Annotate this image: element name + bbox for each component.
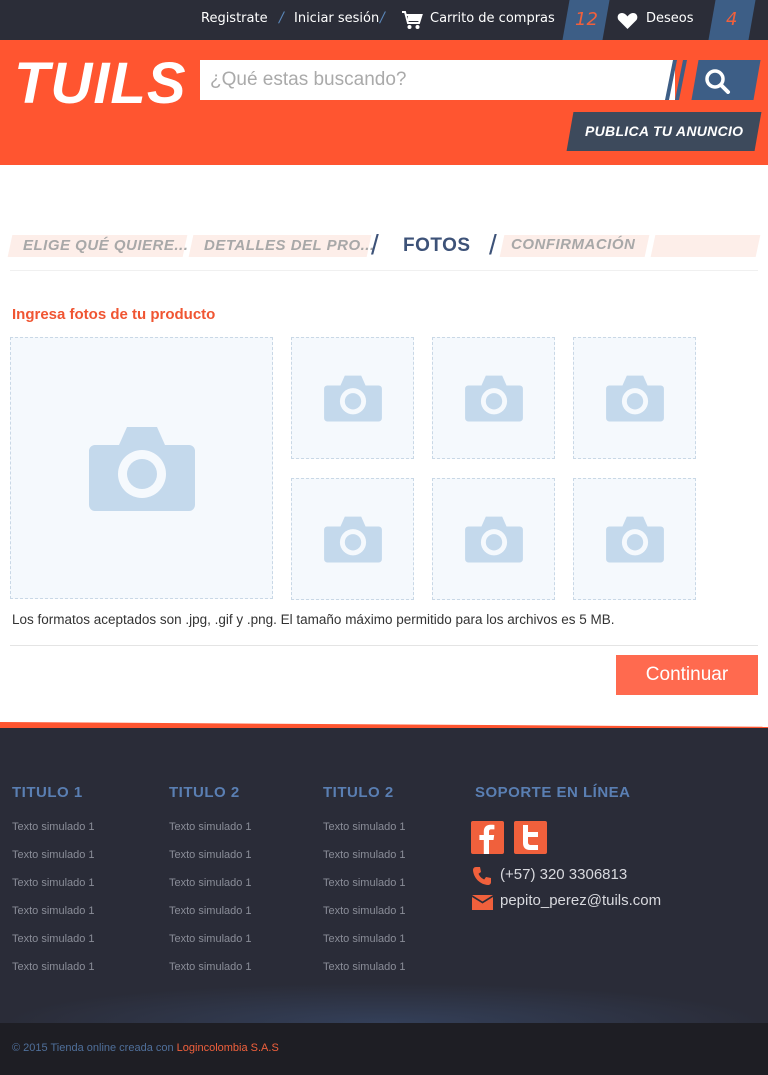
footer-link[interactable]: Texto simulado 1: [323, 877, 406, 889]
facebook-button[interactable]: [471, 821, 504, 854]
step-separator: /: [489, 229, 497, 260]
wishlist-count: 4: [726, 9, 738, 30]
phone-icon: [472, 866, 492, 890]
camera-icon: [464, 375, 523, 422]
search-input[interactable]: [200, 60, 675, 100]
copyright-text: © 2015 Tienda online creada con Logincol…: [12, 1042, 279, 1054]
step-background: [650, 235, 761, 257]
footer-link[interactable]: Texto simulado 1: [323, 905, 406, 917]
camera-icon: [88, 427, 195, 511]
footer-link[interactable]: Texto simulado 1: [169, 905, 252, 917]
facebook-icon: [479, 824, 495, 854]
footer-link[interactable]: Texto simulado 1: [169, 933, 252, 945]
footer-link[interactable]: Texto simulado 1: [169, 821, 252, 833]
photo-slot[interactable]: [291, 337, 414, 459]
publish-ad-label[interactable]: PUBLICA TU ANUNCIO: [585, 123, 743, 139]
twitter-button[interactable]: [514, 821, 547, 854]
camera-icon: [323, 516, 382, 563]
heart-icon[interactable]: [617, 12, 638, 34]
photo-slot[interactable]: [573, 478, 696, 600]
step-details[interactable]: DETALLES DEL PRO...: [204, 237, 375, 254]
footer-link[interactable]: Texto simulado 1: [323, 821, 406, 833]
copyright-prefix: © 2015 Tienda online creada con: [12, 1042, 177, 1054]
wishlist-link[interactable]: Deseos: [646, 11, 694, 26]
step-separator: /: [371, 229, 379, 260]
site-header: TUILS PUBLICA TU ANUNCIO: [0, 40, 768, 165]
camera-icon: [464, 516, 523, 563]
photo-slot-main[interactable]: [10, 337, 273, 599]
photo-slot[interactable]: [432, 478, 555, 600]
footer-column-title: TITULO 1: [12, 784, 83, 801]
footer-column-title: TITULO 2: [323, 784, 394, 801]
footer-link[interactable]: Texto simulado 1: [323, 933, 406, 945]
footer-link[interactable]: Texto simulado 1: [323, 849, 406, 861]
footer-link[interactable]: Texto simulado 1: [12, 933, 95, 945]
search-icon[interactable]: [704, 68, 732, 98]
footer-glow: [0, 983, 768, 1023]
cart-link[interactable]: Carrito de compras: [430, 11, 555, 26]
camera-icon: [323, 375, 382, 422]
wizard-steps: ELIGE QUÉ QUIERE... DETALLES DEL PRO... …: [7, 229, 761, 260]
site-logo[interactable]: TUILS: [14, 50, 187, 117]
support-phone[interactable]: (+57) 320 3306813: [500, 866, 627, 883]
photo-slot[interactable]: [291, 478, 414, 600]
company-link[interactable]: Logincolombia S.A.S: [177, 1042, 279, 1054]
footer-link[interactable]: Texto simulado 1: [12, 849, 95, 861]
photo-slot[interactable]: [573, 337, 696, 459]
photos-section-title: Ingresa fotos de tu producto: [12, 306, 216, 323]
footer-link[interactable]: Texto simulado 1: [323, 961, 406, 973]
photo-slot[interactable]: [432, 337, 555, 459]
login-link[interactable]: Iniciar sesión: [294, 11, 379, 26]
footer-link[interactable]: Texto simulado 1: [169, 849, 252, 861]
step-confirmation[interactable]: CONFIRMACIÓN: [511, 236, 635, 253]
divider: [10, 645, 758, 646]
top-bar: Registrate / Iniciar sesión / Carrito de…: [0, 0, 768, 40]
cart-count: 12: [575, 9, 598, 30]
footer-link[interactable]: Texto simulado 1: [12, 905, 95, 917]
footer-link[interactable]: Texto simulado 1: [12, 821, 95, 833]
steps-underline: [10, 270, 758, 271]
footer-link[interactable]: Texto simulado 1: [169, 961, 252, 973]
step-photos-active[interactable]: FOTOS: [403, 235, 471, 257]
step-choose[interactable]: ELIGE QUÉ QUIERE...: [23, 237, 188, 254]
separator: /: [279, 10, 284, 26]
separator: /: [380, 10, 385, 26]
support-title: SOPORTE EN LÍNEA: [475, 784, 631, 801]
continue-button[interactable]: Continuar: [616, 655, 758, 695]
cart-icon[interactable]: [401, 10, 423, 34]
camera-icon: [605, 375, 664, 422]
formats-note: Los formatos aceptados son .jpg, .gif y …: [12, 612, 615, 627]
footer-link[interactable]: Texto simulado 1: [12, 961, 95, 973]
footer-link[interactable]: Texto simulado 1: [169, 877, 252, 889]
support-email[interactable]: pepito_perez@tuils.com: [500, 892, 661, 909]
footer-column-title: TITULO 2: [169, 784, 240, 801]
mail-icon: [472, 895, 493, 914]
twitter-icon: [523, 825, 538, 850]
site-footer: [0, 728, 768, 1023]
footer-link[interactable]: Texto simulado 1: [12, 877, 95, 889]
register-link[interactable]: Registrate: [201, 11, 268, 26]
camera-icon: [605, 516, 664, 563]
